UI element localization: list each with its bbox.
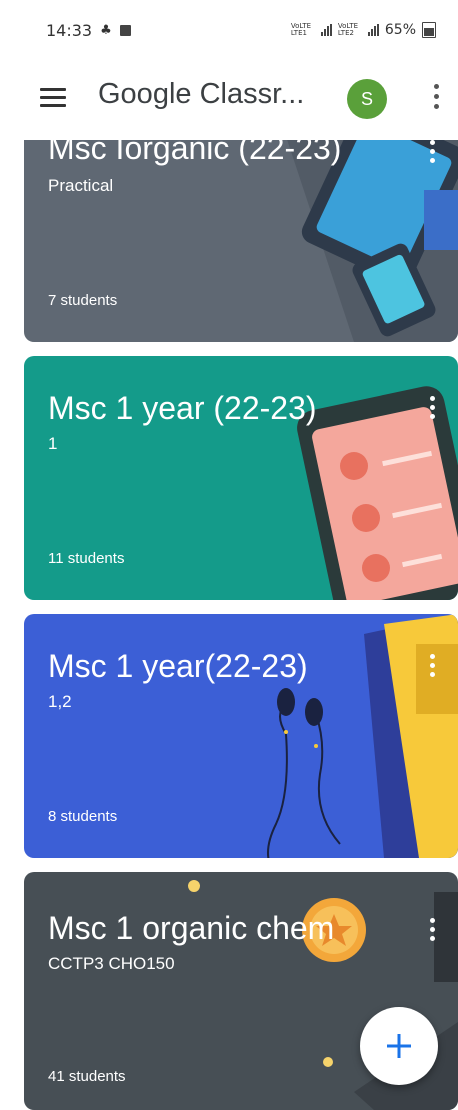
- app-bar: Google Classr... S: [0, 60, 458, 140]
- status-right: VoLTE LTE1 VoLTE LTE2 65%: [291, 22, 436, 38]
- student-count: 11 students: [48, 550, 125, 567]
- more-vert-icon[interactable]: [432, 84, 440, 116]
- student-count: 41 students: [48, 1068, 126, 1085]
- student-count: 8 students: [48, 808, 118, 825]
- class-title: Msc 1 year(22-23): [48, 648, 308, 684]
- app-title: Google Classr...: [98, 78, 305, 110]
- notification-icon: ♣: [100, 22, 112, 38]
- avatar[interactable]: S: [347, 79, 387, 119]
- card-more-icon[interactable]: [428, 918, 436, 948]
- student-count: 7 students: [48, 292, 118, 309]
- add-class-button[interactable]: [360, 1007, 438, 1085]
- class-section: 1: [48, 434, 58, 453]
- class-title: Msc 1 year (22-23): [48, 390, 317, 426]
- class-section: CCTP3 CHO150: [48, 954, 175, 973]
- class-title: Msc 1 organic chem: [48, 910, 335, 946]
- network-label-sim1: VoLTE LTE1: [290, 22, 312, 37]
- gallery-icon: [119, 24, 131, 36]
- signal-icon: [367, 24, 379, 36]
- battery-icon: [422, 22, 436, 38]
- status-time: 14:33: [46, 20, 93, 40]
- network-label-sim2: VoLTE LTE2: [337, 22, 359, 37]
- status-bar: 14:33 ♣ VoLTE LTE1 VoLTE LTE2 65%: [0, 0, 458, 60]
- card-more-icon[interactable]: [428, 140, 436, 170]
- card-more-icon[interactable]: [428, 396, 436, 426]
- signal-icon: [320, 24, 332, 36]
- status-left: 14:33 ♣: [46, 21, 131, 40]
- battery-percent: 65%: [384, 22, 416, 38]
- class-card[interactable]: Msc 1 year(22-23) 1,2 8 students: [24, 614, 458, 858]
- class-card[interactable]: Msc 1 year (22-23) 1 11 students: [24, 356, 458, 600]
- class-section: Practical: [48, 176, 114, 195]
- menu-icon[interactable]: [40, 88, 66, 108]
- class-section: 1,2: [48, 692, 72, 711]
- card-more-icon[interactable]: [428, 654, 436, 684]
- plus-icon: [387, 1034, 411, 1058]
